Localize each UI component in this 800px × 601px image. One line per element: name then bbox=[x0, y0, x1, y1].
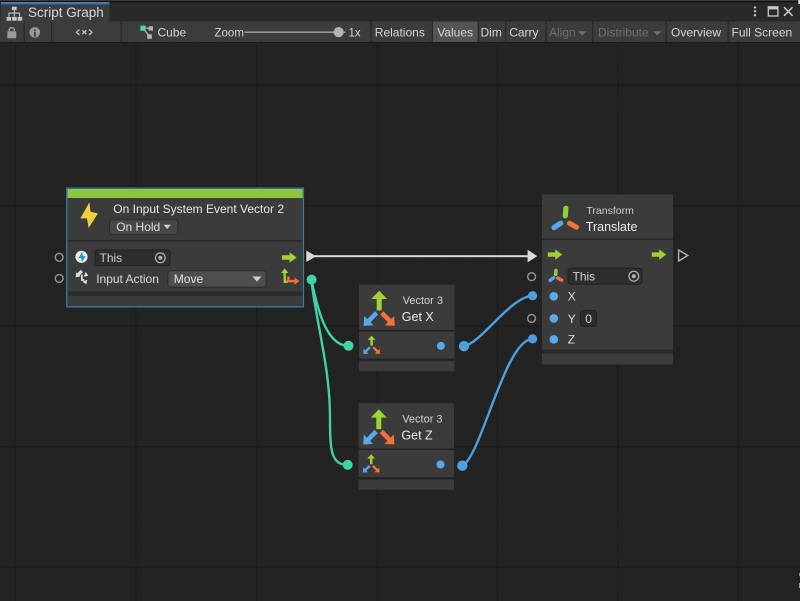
svg-text:Vector 3: Vector 3 bbox=[403, 295, 443, 307]
svg-text:1x: 1x bbox=[349, 27, 361, 39]
svg-text:Y: Y bbox=[568, 312, 576, 326]
svg-text:X: X bbox=[568, 290, 576, 304]
svg-text:Vector 3: Vector 3 bbox=[402, 414, 442, 426]
svg-text:Translate: Translate bbox=[586, 220, 638, 234]
svg-text:Overview: Overview bbox=[671, 26, 721, 40]
svg-text:Align: Align bbox=[549, 26, 576, 40]
svg-text:This: This bbox=[100, 251, 123, 265]
svg-text:Input Action: Input Action bbox=[96, 272, 159, 286]
svg-text:Relations: Relations bbox=[375, 26, 425, 40]
svg-text:Values: Values bbox=[437, 26, 473, 40]
svg-text:Script Graph: Script Graph bbox=[28, 5, 104, 20]
svg-text:Full Screen: Full Screen bbox=[732, 26, 793, 40]
svg-text:Get Z: Get Z bbox=[401, 428, 433, 442]
svg-text:Z: Z bbox=[568, 333, 575, 347]
svg-text:Dim: Dim bbox=[481, 26, 502, 40]
svg-text:This: This bbox=[573, 270, 596, 284]
svg-text:Get X: Get X bbox=[402, 310, 435, 324]
svg-text:Carry: Carry bbox=[509, 26, 538, 40]
svg-text:On Input System Event Vector 2: On Input System Event Vector 2 bbox=[113, 202, 284, 216]
svg-text:Zoom: Zoom bbox=[215, 27, 244, 39]
svg-text:0: 0 bbox=[585, 312, 592, 326]
svg-text:Distribute: Distribute bbox=[598, 26, 649, 40]
svg-text:Move: Move bbox=[174, 272, 204, 286]
svg-text:On Hold: On Hold bbox=[116, 220, 160, 234]
svg-text:Cube: Cube bbox=[158, 25, 187, 39]
svg-text:Transform: Transform bbox=[586, 205, 634, 217]
